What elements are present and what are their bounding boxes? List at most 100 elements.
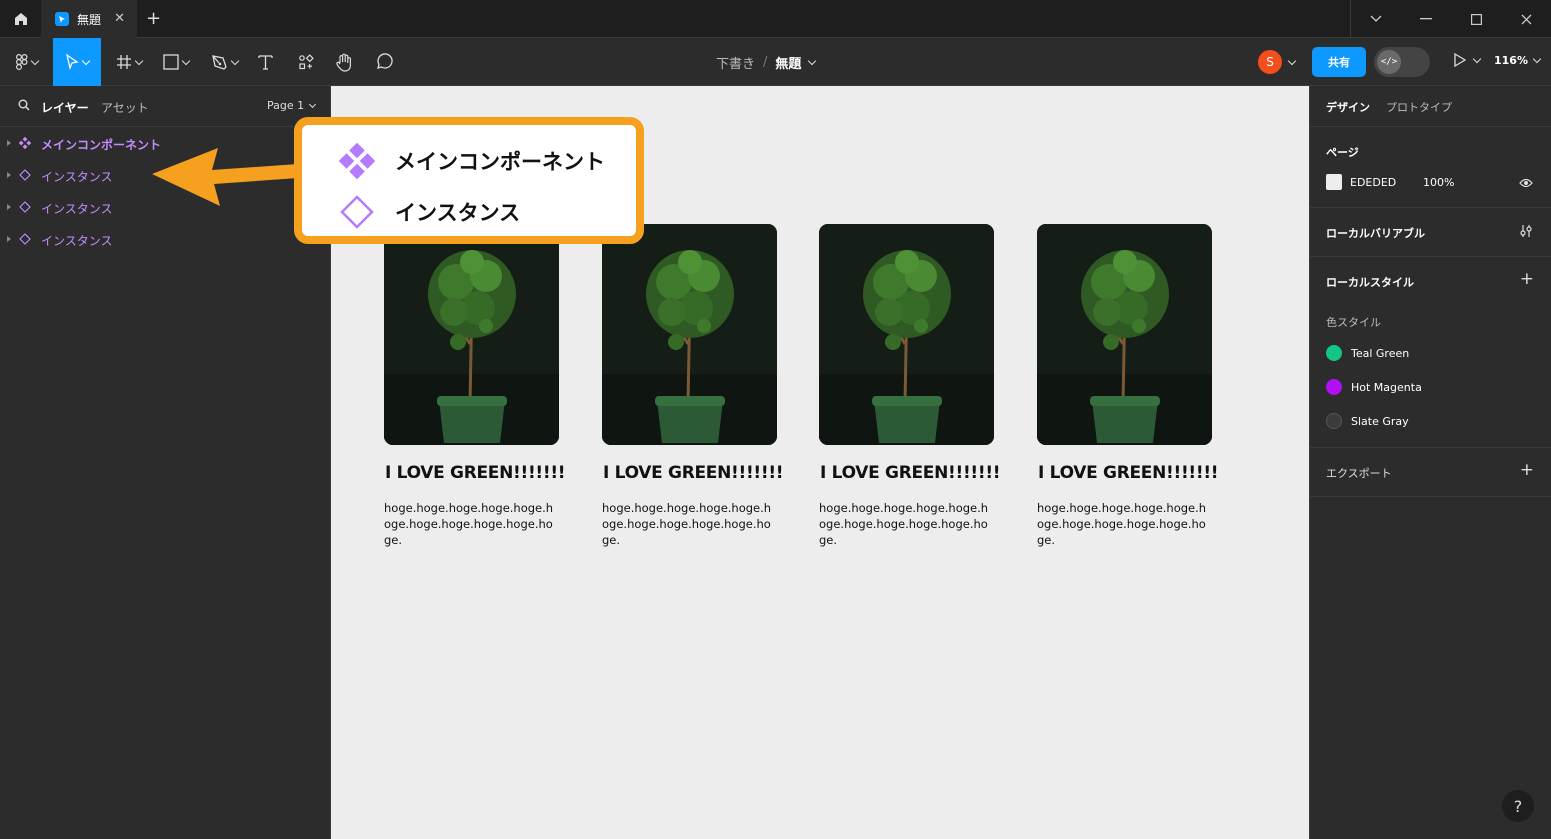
card-body-text: hoge.hoge.hoge.hoge.hoge.hoge.hoge.hoge.… [819, 501, 989, 547]
move-tool-button[interactable] [53, 38, 101, 86]
expand-caret-icon[interactable] [7, 140, 11, 146]
plant-image [384, 224, 559, 445]
tab-assets[interactable]: アセット [101, 99, 149, 116]
chevron-down-icon[interactable] [808, 56, 817, 66]
file-tab-title: 無題 [77, 12, 102, 27]
chevron-down-icon [1472, 54, 1482, 63]
instance-icon [340, 195, 374, 229]
color-swatch [1326, 413, 1342, 429]
page-selector[interactable]: Page 1 [267, 99, 317, 112]
tab-design[interactable]: デザイン [1326, 99, 1370, 115]
plant-image [819, 224, 994, 445]
chevron-down-icon [309, 100, 317, 108]
card-title: I LOVE GREEN!!!!!!! [820, 463, 1001, 483]
breadcrumb: 下書き / 無題 [716, 53, 817, 72]
layer-label: インスタンス [41, 202, 113, 216]
comment-tool-button[interactable] [370, 38, 398, 86]
color-style-item[interactable]: Teal Green [1326, 345, 1409, 361]
page-opacity[interactable]: 100% [1423, 176, 1454, 189]
card-body-text: hoge.hoge.hoge.hoge.hoge.hoge.hoge.hoge.… [1037, 501, 1207, 547]
chevron-down-icon [181, 56, 191, 65]
left-panel-tabs: レイヤー アセット Page 1 [0, 86, 330, 127]
code-icon: </> [1377, 50, 1401, 74]
window-close-button[interactable] [1501, 0, 1551, 38]
export-title: エクスポート [1326, 467, 1392, 480]
frame-icon [117, 55, 131, 69]
main-menu-button[interactable] [8, 38, 46, 86]
card-instance[interactable]: I LOVE GREEN!!!!!!! hoge.hoge.hoge.hoge.… [602, 224, 784, 547]
add-style-button[interactable]: + [1520, 269, 1534, 289]
card-instance[interactable]: I LOVE GREEN!!!!!!! hoge.hoge.hoge.hoge.… [819, 224, 1001, 547]
close-icon [1521, 14, 1531, 24]
instance-icon [19, 201, 31, 213]
layer-label: インスタンス [41, 234, 113, 248]
tab-layers[interactable]: レイヤー [41, 99, 89, 116]
chevron-down-icon [81, 56, 91, 65]
page-color-swatch[interactable] [1326, 174, 1342, 190]
plant-image [602, 224, 777, 445]
home-button[interactable] [0, 0, 41, 38]
callout-main-component-row: メインコンポーネント [339, 143, 605, 179]
component-icon [19, 137, 31, 149]
right-panel-tabs: デザイン プロトタイプ [1310, 86, 1551, 127]
design-file-icon [55, 12, 69, 26]
expand-caret-icon[interactable] [7, 236, 11, 242]
card-main-component[interactable]: I LOVE GREEN!!!!!!! hoge.hoge.hoge.hoge.… [384, 224, 566, 547]
breadcrumb-file-name[interactable]: 無題 [775, 53, 801, 72]
layer-item-instance[interactable]: インスタンス [0, 223, 330, 255]
user-avatar[interactable]: S [1258, 50, 1282, 74]
eye-icon[interactable] [1519, 178, 1533, 188]
maximize-button[interactable] [1451, 0, 1501, 38]
hand-tool-button[interactable] [330, 38, 358, 86]
annotation-callout: メインコンポーネント インスタンス [294, 117, 644, 244]
window-menu-button[interactable] [1351, 0, 1401, 38]
color-style-item[interactable]: Slate Gray [1326, 413, 1409, 429]
card-title: I LOVE GREEN!!!!!!! [1038, 463, 1219, 483]
chevron-down-icon [30, 56, 40, 65]
text-tool-button[interactable] [252, 38, 278, 86]
local-styles-title: ローカルスタイル [1326, 276, 1414, 289]
new-tab-button[interactable]: + [146, 8, 161, 29]
instance-icon [19, 233, 31, 245]
export-section: エクスポート + [1310, 448, 1551, 497]
dev-mode-toggle[interactable]: </> [1374, 47, 1430, 77]
help-button[interactable]: ? [1502, 790, 1534, 822]
file-tab[interactable]: 無題 ✕ [41, 0, 137, 38]
share-button[interactable]: 共有 [1312, 47, 1366, 77]
pen-tool-button[interactable] [204, 38, 244, 86]
title-bar: 無題 ✕ + [0, 0, 1551, 38]
add-export-button[interactable]: + [1520, 460, 1534, 480]
expand-caret-icon[interactable] [7, 172, 11, 178]
color-style-name: Hot Magenta [1351, 380, 1422, 394]
card-title: I LOVE GREEN!!!!!!! [603, 463, 784, 483]
color-style-name: Slate Gray [1351, 414, 1409, 428]
hand-icon [336, 53, 351, 72]
present-button[interactable] [1453, 53, 1482, 67]
frame-tool-button[interactable] [110, 38, 148, 86]
color-styles-title: 色スタイル [1326, 316, 1381, 329]
page-color-hex[interactable]: EDEDED [1350, 176, 1396, 189]
card-instance[interactable]: I LOVE GREEN!!!!!!! hoge.hoge.hoge.hoge.… [1037, 224, 1219, 547]
zoom-menu[interactable]: 116% [1494, 54, 1542, 67]
color-style-item[interactable]: Hot Magenta [1326, 379, 1422, 395]
minimize-button[interactable] [1401, 0, 1451, 38]
callout-instance-label: インスタンス [395, 201, 521, 225]
expand-caret-icon[interactable] [7, 204, 11, 210]
play-icon [1454, 53, 1466, 67]
local-styles-section: ローカルスタイル + 色スタイル Teal Green Hot Magenta … [1310, 257, 1551, 448]
close-icon[interactable]: ✕ [114, 11, 125, 26]
search-icon[interactable] [18, 99, 30, 111]
minimize-icon [1420, 18, 1432, 20]
chevron-down-icon[interactable] [1287, 56, 1297, 66]
local-variables-title[interactable]: ローカルバリアブル [1326, 225, 1425, 241]
tab-prototype[interactable]: プロトタイプ [1386, 99, 1452, 115]
chevron-down-icon [134, 56, 144, 65]
variables-settings-icon[interactable] [1519, 224, 1533, 238]
chevron-down-icon [230, 56, 239, 65]
shape-tool-button[interactable] [157, 38, 195, 86]
card-body-text: hoge.hoge.hoge.hoge.hoge.hoge.hoge.hoge.… [384, 501, 554, 547]
page-section-title: ページ [1326, 146, 1359, 159]
resources-tool-button[interactable] [292, 38, 320, 86]
breadcrumb-project[interactable]: 下書き [716, 53, 755, 72]
figma-logo-icon [16, 54, 28, 70]
